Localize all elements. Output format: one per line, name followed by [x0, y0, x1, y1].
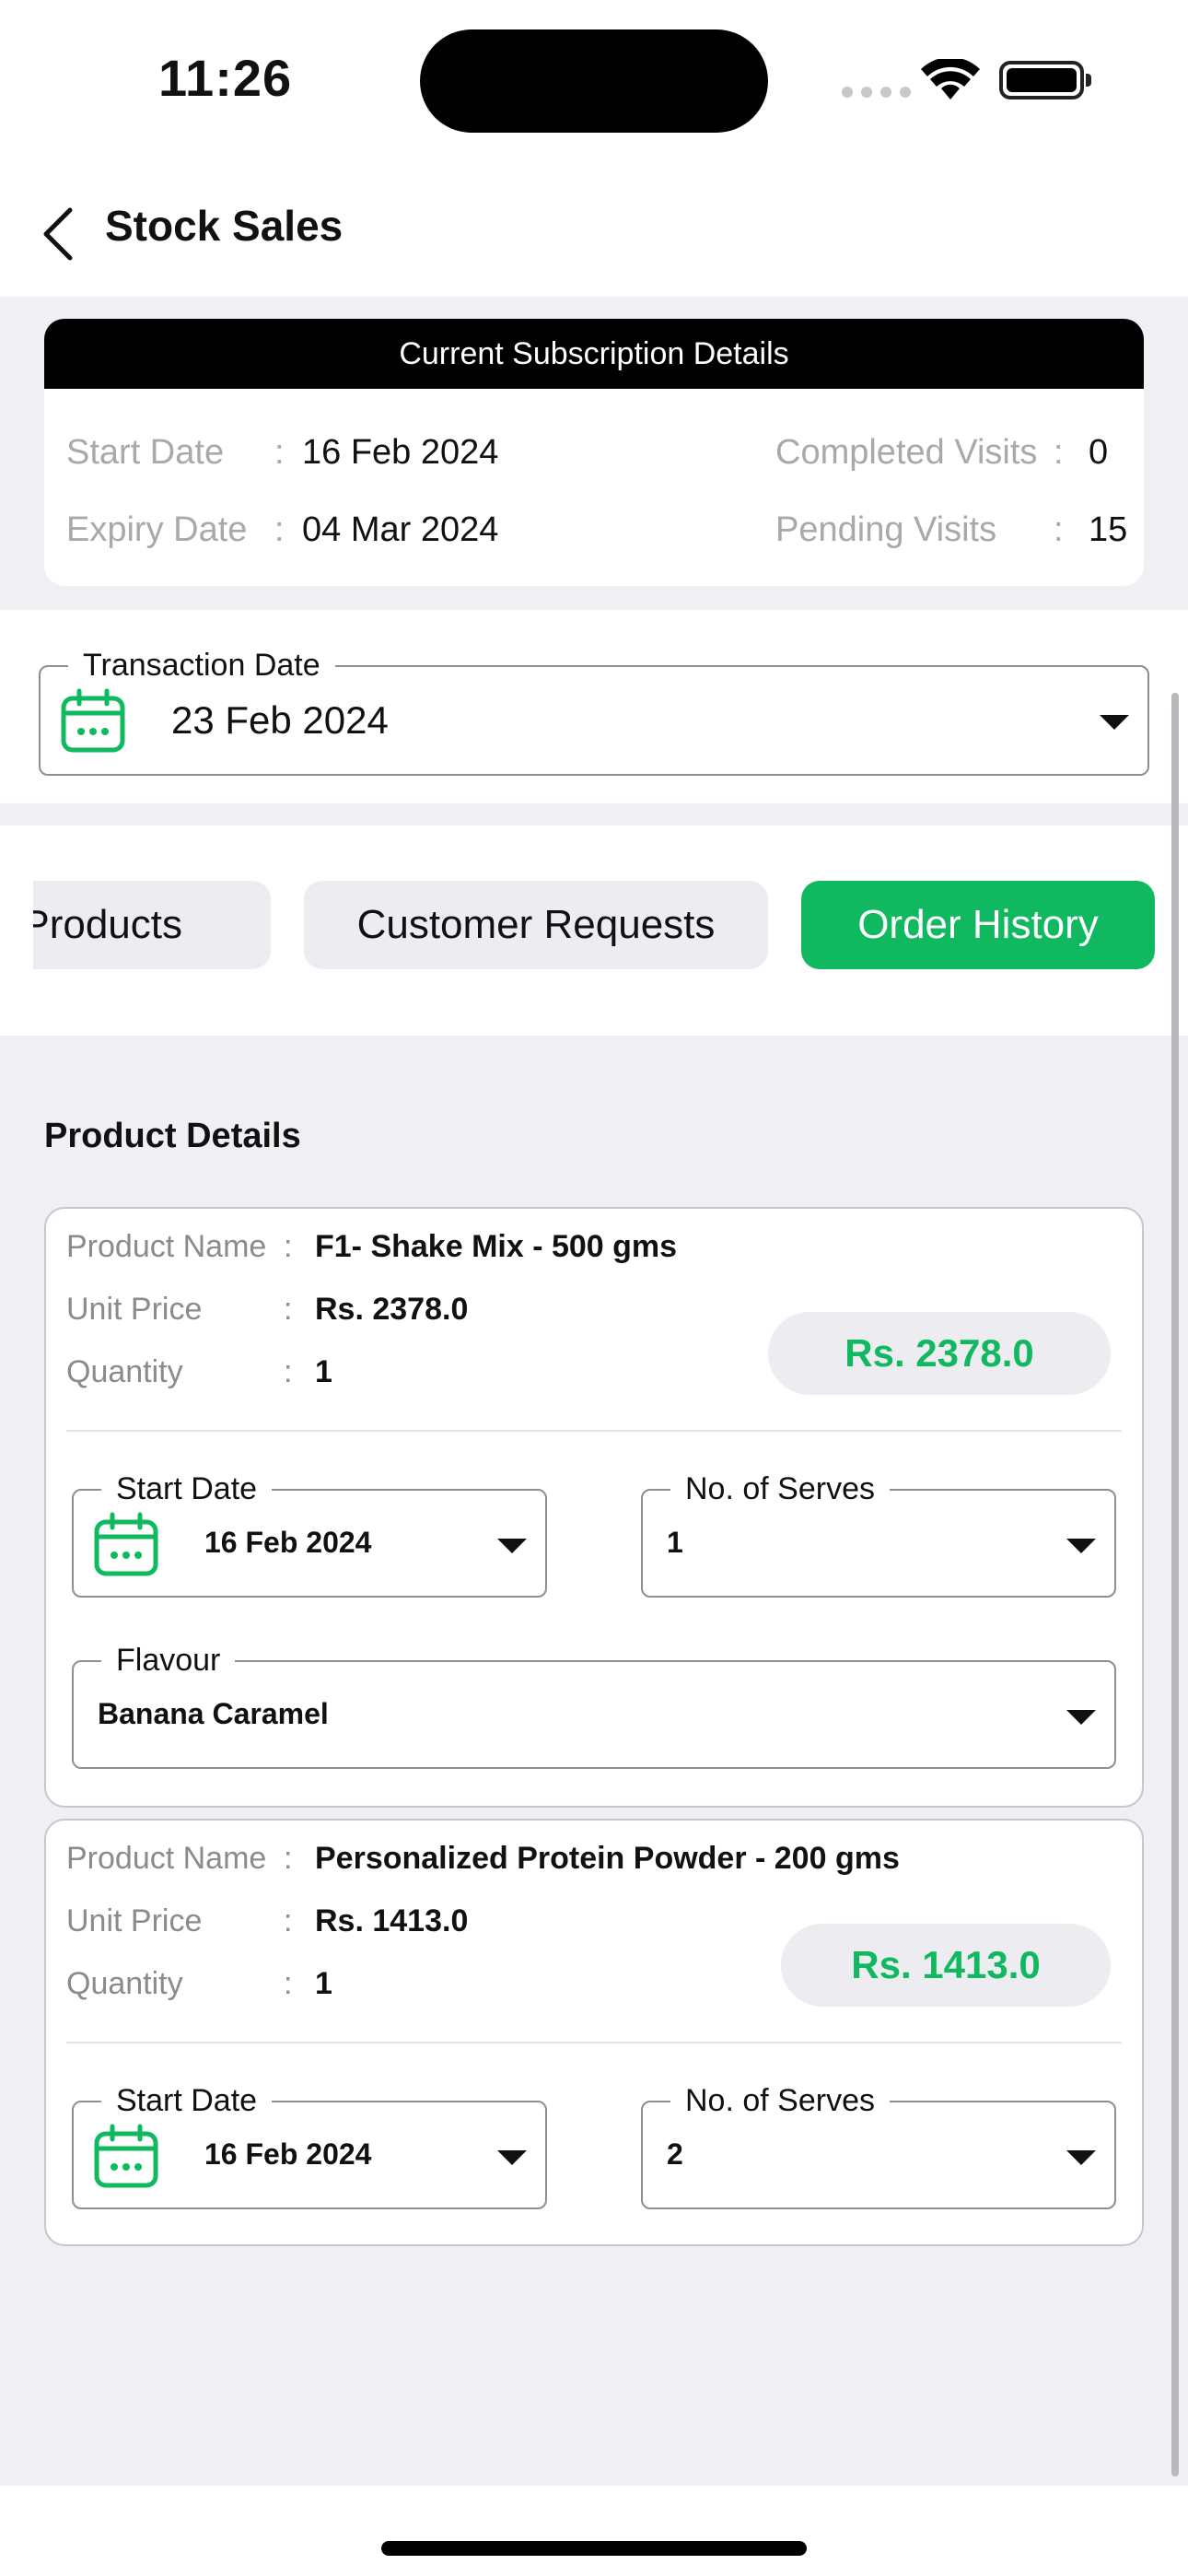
product-card: Product Name: Personalized Protein Powder… [44, 1819, 1144, 2246]
start-date-value: 16 Feb 2024 [302, 433, 499, 472]
product-card: Product Name: F1- Shake Mix - 500 gms Uni… [44, 1207, 1144, 1808]
start-date-label: Start Date [66, 433, 225, 472]
nav-header: Stock Sales [0, 175, 1188, 297]
flavour-label: Flavour [101, 1642, 236, 1679]
pending-visits-value: 15 [1089, 510, 1128, 549]
colon: : [284, 1966, 293, 2001]
serves-value: 1 [667, 1526, 683, 1559]
unit-price-row: Unit Price: Rs. 2378.0 [66, 1292, 468, 1328]
unit-price-value: Rs. 2378.0 [315, 1292, 469, 1327]
product-name-label: Product Name [66, 1229, 267, 1264]
status-bar: 11:26 [0, 0, 1188, 157]
calendar-icon [94, 2124, 158, 2188]
start-date-value: 16 Feb 2024 [204, 2137, 372, 2171]
colon: : [284, 1229, 293, 1264]
colon: : [274, 433, 285, 472]
dynamic-island [420, 29, 768, 133]
back-button[interactable] [29, 197, 85, 271]
transaction-date-dropdown[interactable]: Transaction Date 23 Feb 2024 [39, 647, 1149, 776]
colon: : [284, 1292, 293, 1327]
tab-label: Order History [857, 902, 1099, 947]
colon: : [284, 1841, 293, 1876]
product-name-row: Product Name: Personalized Protein Powder… [66, 1841, 900, 1877]
tab-label: Customer Requests [356, 902, 716, 947]
page-title: Stock Sales [105, 202, 344, 250]
quantity-label: Quantity [66, 1966, 183, 2001]
product-name-row: Product Name: F1- Shake Mix - 500 gms [66, 1229, 677, 1265]
colon: : [1054, 510, 1064, 549]
subscription-card: Current Subscription Details Start Date … [44, 319, 1144, 586]
unit-price-value: Rs. 1413.0 [315, 1903, 469, 1938]
pending-visits-label: Pending Visits [775, 510, 997, 549]
divider [66, 1430, 1122, 1432]
quantity-row: Quantity:1 [66, 1966, 332, 2002]
divider [66, 2042, 1122, 2043]
start-date-dropdown[interactable]: Start Date 16 Feb 2024 [72, 1470, 547, 1598]
transaction-date-section: Transaction Date 23 Feb 2024 [0, 610, 1188, 803]
start-date-value: 16 Feb 2024 [204, 1526, 372, 1559]
transaction-date-label: Transaction Date [68, 647, 335, 684]
cellular-signal-icon [842, 87, 911, 98]
start-date-dropdown[interactable]: Start Date 16 Feb 2024 [72, 2082, 547, 2209]
scrollbar[interactable] [1171, 693, 1179, 2476]
chevron-down-icon [1066, 2150, 1096, 2165]
colon: : [274, 510, 285, 549]
transaction-date-value: 23 Feb 2024 [171, 698, 389, 742]
product-name-value: F1- Shake Mix - 500 gms [315, 1229, 678, 1264]
bottom-safe-area [0, 2486, 1188, 2576]
chevron-down-icon [497, 1539, 527, 1553]
product-total-badge: Rs. 2378.0 [768, 1312, 1111, 1395]
start-date-label: Start Date [101, 1470, 273, 1507]
unit-price-label: Unit Price [66, 1903, 203, 1938]
tab-customer-requests[interactable]: Customer Requests [304, 881, 768, 969]
product-total-badge: Rs. 1413.0 [781, 1924, 1111, 2007]
start-date-label: Start Date [101, 2082, 273, 2119]
product-name-label: Product Name [66, 1841, 267, 1876]
serves-label: No. of Serves [670, 2082, 890, 2119]
wifi-icon [921, 59, 980, 100]
serves-label: No. of Serves [670, 1470, 890, 1507]
colon: : [284, 1354, 293, 1389]
colon: : [1054, 433, 1064, 472]
expiry-date-value: 04 Mar 2024 [302, 510, 499, 549]
unit-price-label: Unit Price [66, 1292, 203, 1327]
chevron-down-icon [1066, 1539, 1096, 1553]
chevron-down-icon [497, 2150, 527, 2165]
serves-dropdown[interactable]: No. of Serves 2 [641, 2082, 1116, 2209]
chevron-left-icon [43, 207, 73, 261]
tab-order-history[interactable]: Order History [801, 881, 1155, 969]
quantity-label: Quantity [66, 1354, 183, 1389]
colon: : [284, 1903, 293, 1938]
status-time: 11:26 [158, 49, 293, 107]
chevron-down-icon [1066, 1710, 1096, 1725]
flavour-dropdown[interactable]: Flavour Banana Caramel [72, 1642, 1116, 1769]
tab-bar: Products Customer Requests Order History [0, 825, 1188, 1036]
calendar-icon [61, 688, 125, 753]
home-indicator[interactable] [381, 2541, 807, 2556]
quantity-value: 1 [315, 1354, 332, 1389]
unit-price-row: Unit Price: Rs. 1413.0 [66, 1903, 468, 1939]
tab-scroll-edge [0, 825, 33, 1036]
completed-visits-label: Completed Visits [775, 433, 1038, 472]
battery-icon [999, 61, 1091, 100]
subscription-heading: Current Subscription Details [44, 319, 1144, 389]
serves-value: 2 [667, 2137, 683, 2171]
quantity-value: 1 [315, 1966, 332, 2001]
quantity-row: Quantity:1 [66, 1354, 332, 1390]
serves-dropdown[interactable]: No. of Serves 1 [641, 1470, 1116, 1598]
tab-products[interactable]: Products [0, 881, 271, 969]
completed-visits-value: 0 [1089, 433, 1109, 472]
product-name-value: Personalized Protein Powder - 200 gms [315, 1841, 900, 1876]
chevron-down-icon [1100, 715, 1129, 730]
expiry-date-label: Expiry Date [66, 510, 248, 549]
tab-label: Products [22, 902, 182, 947]
flavour-value: Banana Caramel [98, 1697, 329, 1730]
product-details-title: Product Details [44, 1117, 301, 1155]
calendar-icon [94, 1512, 158, 1576]
